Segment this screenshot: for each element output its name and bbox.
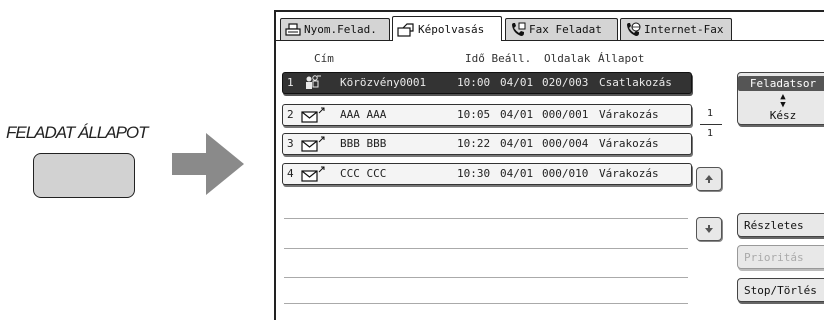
job-date: 04/01	[500, 76, 534, 89]
job-time: 10:05	[457, 108, 491, 121]
key-caption: FELADAT ÁLLAPOT	[6, 123, 149, 142]
group-broadcast-icon	[301, 75, 323, 94]
job-number: 1	[287, 76, 294, 89]
empty-row-divider	[284, 248, 688, 249]
done-label: Kész	[769, 109, 797, 122]
down-arrow-icon	[705, 225, 713, 233]
job-status-key[interactable]	[33, 153, 135, 198]
job-time: 10:00	[457, 76, 491, 89]
printer-icon	[285, 22, 301, 36]
empty-row-divider	[284, 303, 688, 304]
job-status: Csatlakozás	[599, 76, 672, 89]
tab-scan-label: Képolvasás	[418, 22, 485, 36]
job-date: 04/01	[500, 108, 534, 121]
stop-delete-button[interactable]: Stop/Törlés	[737, 278, 824, 302]
email-icon	[301, 107, 325, 126]
job-status: Várakozás	[599, 167, 659, 180]
page-total: 1	[707, 128, 714, 139]
job-date: 04/01	[500, 167, 534, 180]
column-header-address: Cím	[314, 52, 334, 65]
job-row[interactable]: 3 BBB BBB 10:22 04/01 000/004 Várakozás	[282, 133, 692, 155]
column-header-status: Állapot	[598, 52, 645, 65]
scroll-down-button[interactable]	[696, 217, 722, 241]
tab-fax-job-label: Fax Feladat	[529, 23, 602, 36]
right-arrow-icon	[172, 133, 244, 195]
email-icon	[301, 136, 325, 155]
page-current: 1	[707, 108, 714, 119]
job-pages: 000/010	[542, 167, 589, 180]
tab-internet-fax[interactable]: Internet-Fax	[620, 18, 732, 40]
up-down-icon: ▲ ▼	[780, 92, 786, 110]
tab-print-job[interactable]: Nyom.Felad.	[280, 18, 390, 40]
job-status: Várakozás	[599, 137, 659, 150]
job-number: 3	[287, 137, 294, 150]
job-time: 10:22	[457, 137, 491, 150]
job-pages: 000/001	[542, 108, 589, 121]
job-number: 4	[287, 167, 294, 180]
queue-label: Feladatsor	[738, 76, 824, 91]
scroll-up-button[interactable]	[696, 167, 722, 191]
up-arrow-icon	[705, 175, 713, 183]
job-status: Várakozás	[599, 108, 659, 121]
job-number: 2	[287, 108, 294, 121]
fax-icon	[512, 22, 526, 36]
internet-fax-icon	[627, 22, 641, 36]
details-button[interactable]: Részletes	[737, 213, 824, 237]
page-divider	[700, 124, 722, 125]
tab-internet-fax-label: Internet-Fax	[644, 23, 724, 36]
tab-print-job-label: Nyom.Felad.	[304, 23, 377, 36]
job-row[interactable]: 1 Körözvény0001 10:00 04/01 020/003 Csat…	[282, 72, 692, 94]
job-row[interactable]: 2 AAA AAA 10:05 04/01 000/001 Várakozás	[282, 104, 692, 126]
tab-fax-job[interactable]: Fax Feladat	[505, 18, 618, 40]
empty-row-divider	[284, 277, 688, 278]
job-pages: 000/004	[542, 137, 589, 150]
job-address: Körözvény0001	[340, 76, 427, 89]
job-row[interactable]: 4 CCC CCC 10:30 04/01 000/010 Várakozás	[282, 163, 692, 185]
queue-toggle-button[interactable]: Feladatsor ▲ ▼ Kész	[737, 72, 824, 125]
column-header-time: Idő Beáll.	[465, 52, 532, 65]
scanner-icon	[397, 22, 414, 37]
job-address: CCC CCC	[340, 167, 387, 180]
email-icon	[301, 166, 325, 185]
empty-row-divider	[284, 218, 688, 219]
job-time: 10:30	[457, 167, 491, 180]
tab-divider	[276, 40, 824, 41]
tab-scan[interactable]: Képolvasás	[392, 16, 502, 41]
job-pages: 020/003	[542, 76, 589, 89]
column-header-pages: Oldalak	[544, 52, 591, 65]
priority-button[interactable]: Prioritás	[737, 245, 824, 269]
job-address: BBB BBB	[340, 137, 387, 150]
job-address: AAA AAA	[340, 108, 387, 121]
job-date: 04/01	[500, 137, 534, 150]
